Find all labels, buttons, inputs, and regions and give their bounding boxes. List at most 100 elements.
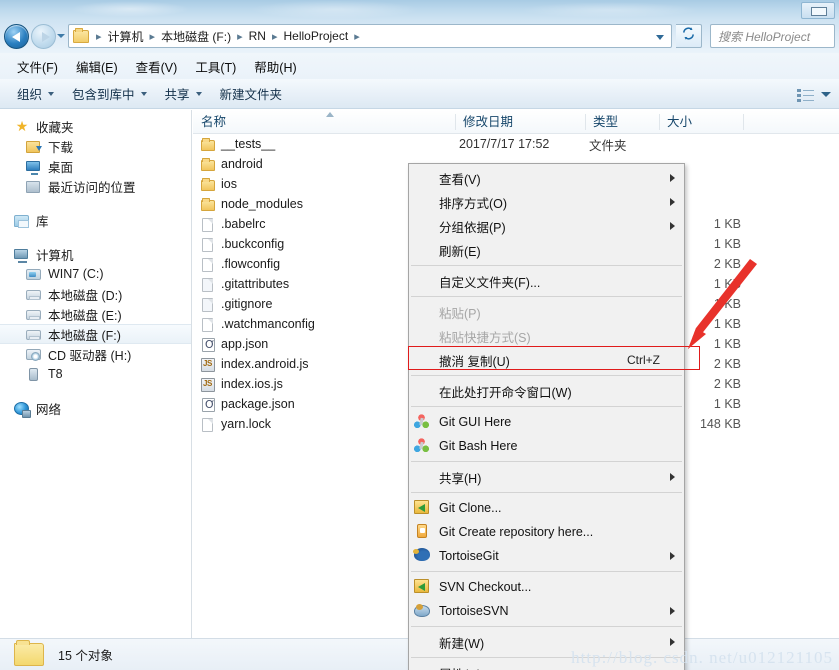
title-bar-gloss [520, 2, 700, 18]
file-name-label: __tests__ [221, 137, 276, 151]
file-name-cell[interactable]: app.json [201, 337, 268, 352]
context-menu-item-paste-label: 粘贴(P) [439, 306, 481, 321]
breadcrumb-item-drive-f[interactable]: 本地磁盘 (F:) [160, 28, 232, 45]
file-name-cell[interactable]: android [201, 157, 263, 172]
breadcrumb-separator: ▸ [354, 30, 360, 43]
sidebar-item-drive-f[interactable]: 本地磁盘 (F:) [0, 324, 191, 344]
file-name-cell[interactable]: .gitattributes [201, 277, 289, 292]
sidebar-group-libraries[interactable]: 库 [0, 210, 191, 230]
json-file-icon [201, 397, 215, 412]
context-menu-item-tortoisegit[interactable]: TortoiseGit [409, 544, 684, 568]
context-menu-item-sort-by-label: 排序方式(O) [439, 196, 508, 211]
file-name-label: .babelrc [221, 217, 266, 231]
file-name-cell[interactable]: __tests__ [201, 137, 275, 152]
submenu-arrow-icon [670, 552, 675, 560]
file-name-cell[interactable]: ios [201, 177, 237, 192]
context-menu-item-open-command-window-here[interactable]: 在此处打开命令窗口(W) [409, 379, 684, 403]
sidebar-group-favorites[interactable]: ★ 收藏夹 [0, 116, 191, 136]
search-box[interactable]: 搜索 HelloProject [710, 24, 835, 48]
context-menu-item-group-by[interactable]: 分组依据(P) [409, 214, 684, 238]
file-name-cell[interactable]: .flowconfig [201, 257, 280, 272]
breadcrumb-item-helloproject[interactable]: HelloProject [282, 29, 349, 43]
file-name-cell[interactable]: .buckconfig [201, 237, 284, 252]
context-menu-item-tortoisesvn-label: TortoiseSVN [439, 604, 509, 618]
context-menu-item-sort-by[interactable]: 排序方式(O) [409, 190, 684, 214]
context-menu-item-view[interactable]: 查看(V) [409, 166, 684, 190]
breadcrumb-item-computer[interactable]: 计算机 [107, 28, 145, 45]
column-divider[interactable] [743, 114, 744, 130]
menu-tools[interactable]: 工具(T) [186, 55, 245, 78]
sidebar-item-cd-drive-h[interactable]: CD 驱动器 (H:) [0, 344, 191, 364]
sidebar-item-drive-d[interactable]: 本地磁盘 (D:) [0, 284, 191, 304]
system-drive-icon [26, 267, 42, 282]
file-name-cell[interactable]: index.android.js [201, 357, 309, 372]
sidebar-item-recent-places[interactable]: 最近访问的位置 [0, 176, 191, 196]
sidebar-item-t8[interactable]: T8 [0, 364, 191, 384]
menu-file[interactable]: 文件(F) [8, 55, 67, 78]
file-name-cell[interactable]: .watchmanconfig [201, 317, 315, 332]
context-menu-item-svn-checkout[interactable]: SVN Checkout... [409, 575, 684, 599]
refresh-button[interactable] [676, 24, 702, 48]
sidebar-group-network[interactable]: 网络 [0, 398, 191, 418]
context-menu-item-git-gui-here-label: Git GUI Here [439, 415, 512, 429]
chevron-down-icon [195, 91, 202, 96]
sidebar-item-desktop[interactable]: 桌面 [0, 156, 191, 176]
back-button[interactable] [4, 24, 29, 49]
context-menu-item-git-clone[interactable]: Git Clone... [409, 496, 684, 520]
context-menu-item-undo-copy[interactable]: 撤消 复制(U) Ctrl+Z [409, 348, 684, 372]
context-menu-item-share-with[interactable]: 共享(H) [409, 465, 684, 489]
sidebar-item-win7-c[interactable]: WIN7 (C:) [0, 264, 191, 284]
context-menu-item-git-gui-here[interactable]: Git GUI Here [409, 410, 684, 434]
toolbar-organize[interactable]: 组织 [8, 81, 63, 106]
file-name-cell[interactable]: package.json [201, 397, 295, 412]
menu-edit[interactable]: 编辑(E) [67, 55, 127, 78]
file-name-cell[interactable]: .babelrc [201, 217, 265, 232]
context-menu-item-git-bash-here[interactable]: Git Bash Here [409, 434, 684, 458]
table-row[interactable]: __tests__ 2017/7/17 17:52 文件夹 [193, 134, 839, 154]
submenu-arrow-icon [670, 222, 675, 230]
sidebar-group-computer[interactable]: 计算机 [0, 244, 191, 264]
context-menu-item-new[interactable]: 新建(W) [409, 630, 684, 654]
column-header-type[interactable]: 类型 [585, 110, 663, 134]
git-logo-icon [414, 414, 430, 430]
folder-icon [201, 197, 215, 212]
context-menu-separator [411, 375, 682, 376]
search-input[interactable]: 搜索 HelloProject [718, 28, 810, 45]
context-menu-item-tortoisesvn[interactable]: TortoiseSVN [409, 599, 684, 623]
toolbar-include-in-library-label: 包含到库中 [72, 88, 135, 102]
context-menu-separator [411, 265, 682, 266]
context-menu-item-refresh[interactable]: 刷新(E) [409, 238, 684, 262]
context-menu-item-properties[interactable]: 属性(R) [409, 661, 684, 670]
breadcrumb-item-rn[interactable]: RN [248, 29, 267, 43]
toolbar-include-in-library[interactable]: 包含到库中 [63, 81, 156, 106]
forward-button[interactable] [31, 24, 56, 49]
file-name-cell[interactable]: index.ios.js [201, 377, 283, 392]
sidebar-item-t8-label: T8 [48, 367, 63, 381]
breadcrumb-bar[interactable]: ▸ 计算机 ▸ 本地磁盘 (F:) ▸ RN ▸ HelloProject ▸ [68, 24, 672, 48]
column-header-size[interactable]: 大小 [659, 110, 745, 134]
context-menu-item-undo-copy-label: 撤消 复制(U) [439, 354, 510, 369]
menu-help[interactable]: 帮助(H) [245, 55, 305, 78]
column-header-date-modified[interactable]: 修改日期 [455, 110, 589, 134]
change-view-button[interactable] [797, 84, 831, 104]
toolbar-organize-label: 组织 [17, 88, 43, 102]
context-menu-item-git-create-repository-here[interactable]: Git Create repository here... [409, 520, 684, 544]
sidebar-item-drive-e[interactable]: 本地磁盘 (E:) [0, 304, 191, 324]
history-dropdown-icon[interactable] [57, 34, 65, 38]
toolbar-new-folder[interactable]: 新建文件夹 [211, 81, 292, 106]
restore-window-button[interactable] [801, 2, 835, 19]
file-name-label: .flowconfig [221, 257, 281, 271]
chevron-down-icon[interactable] [821, 91, 831, 97]
chevron-down-icon[interactable] [656, 35, 664, 40]
menu-view[interactable]: 查看(V) [127, 55, 187, 78]
context-menu-item-customize-folder[interactable]: 自定义文件夹(F)... [409, 269, 684, 293]
context-menu-item-refresh-label: 刷新(E) [439, 244, 481, 259]
context-menu-item-view-label: 查看(V) [439, 172, 481, 187]
file-name-label: package.json [221, 397, 295, 411]
file-name-cell[interactable]: yarn.lock [201, 417, 271, 432]
file-name-cell[interactable]: .gitignore [201, 297, 272, 312]
toolbar-share[interactable]: 共享 [156, 81, 211, 106]
sidebar-item-downloads[interactable]: 下载 [0, 136, 191, 156]
file-name-cell[interactable]: node_modules [201, 197, 303, 212]
